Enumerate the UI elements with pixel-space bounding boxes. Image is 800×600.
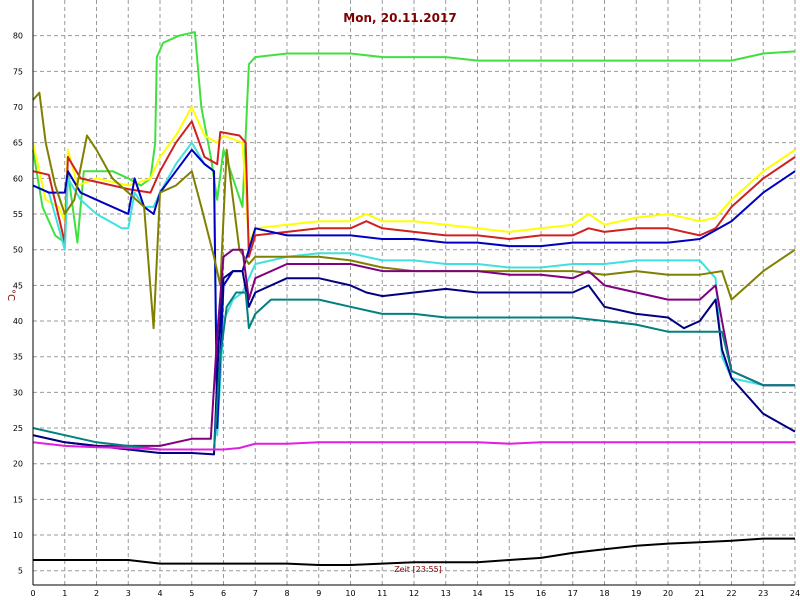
x-tick-label: 4 <box>157 589 162 598</box>
y-tick-label: 80 <box>13 32 23 41</box>
x-tick-label: 2 <box>94 589 99 598</box>
x-tick-label: 14 <box>472 589 482 598</box>
x-tick-label: 20 <box>663 589 673 598</box>
y-tick-label: 40 <box>13 317 23 326</box>
x-tick-label: 11 <box>377 589 387 598</box>
y-tick-label: 20 <box>13 460 23 469</box>
x-tick-label: 7 <box>253 589 258 598</box>
x-tick-label: 9 <box>316 589 321 598</box>
x-tick-label: 16 <box>536 589 546 598</box>
x-tick-label: 15 <box>504 589 514 598</box>
y-tick-label: 5 <box>18 567 23 576</box>
y-tick-label: 60 <box>13 174 23 183</box>
y-tick-label: 50 <box>13 246 23 255</box>
line-chart: 0 1 2 3 4 5 6 7 8 9 10 11 12 13 14 15 16 17 18 19 20 21 22 23 24… <box>0 0 800 600</box>
x-tick-label: 6 <box>221 589 226 598</box>
x-tick-label: 24 <box>790 589 800 598</box>
y-tick-label: 10 <box>13 531 23 540</box>
y-tick-label: 55 <box>13 210 23 219</box>
y-tick-label: 30 <box>13 388 23 397</box>
x-tick-label: 5 <box>189 589 194 598</box>
y-tick-label: 15 <box>13 495 23 504</box>
x-tick-label: 1 <box>62 589 67 598</box>
y-tick-label: 35 <box>13 353 23 362</box>
x-tick-label: 3 <box>126 589 131 598</box>
x-tick-label: 21 <box>695 589 705 598</box>
x-tick-label: 12 <box>409 589 419 598</box>
x-tick-label: 17 <box>568 589 578 598</box>
x-tick-label: 23 <box>758 589 768 598</box>
y-tick-label: 65 <box>13 139 23 148</box>
y-tick-label: 75 <box>13 67 23 76</box>
y-axis-label: °C <box>5 289 16 301</box>
x-tick-label: 8 <box>284 589 289 598</box>
x-tick-label: 18 <box>599 589 609 598</box>
y-tick-label: 25 <box>13 424 23 433</box>
x-tick-label: 10 <box>345 589 355 598</box>
x-tick-label: 19 <box>631 589 641 598</box>
x-tick-label: 22 <box>726 589 736 598</box>
x-tick-label: 13 <box>441 589 451 598</box>
chart-title: Mon, 20.11.2017 <box>343 11 456 25</box>
time-note: Zeit [23:55] <box>394 565 442 574</box>
y-tick-label: 70 <box>13 103 23 112</box>
x-tick-label: 0 <box>30 589 35 598</box>
